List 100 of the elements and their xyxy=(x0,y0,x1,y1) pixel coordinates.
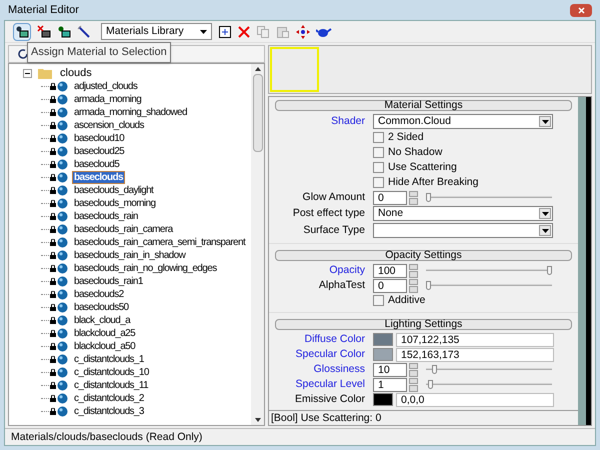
sphere-icon xyxy=(57,107,68,118)
spinner-arrows-icon[interactable] xyxy=(409,278,418,292)
pick-wand-icon[interactable] xyxy=(77,24,91,38)
slider-thumb[interactable] xyxy=(547,266,552,274)
teapot-icon[interactable] xyxy=(316,26,332,38)
scroll-down-icon[interactable] xyxy=(254,418,260,422)
tree-item[interactable]: blackcloud_a50 xyxy=(72,340,138,353)
dropdown-arrow-icon xyxy=(542,120,548,124)
tree-item[interactable]: baseclouds_rain_no_glowing_edges xyxy=(72,262,219,275)
sphere-icon xyxy=(57,406,68,417)
material-select-icon[interactable] xyxy=(57,24,71,38)
color-swatch[interactable] xyxy=(373,333,393,346)
color-value-field[interactable]: 152,163,173 xyxy=(396,348,554,362)
tree-item[interactable]: baseclouds_morning xyxy=(72,197,158,210)
lock-icon xyxy=(50,109,56,116)
dropdown[interactable] xyxy=(373,223,553,238)
tree-item[interactable]: ascension_clouds xyxy=(72,119,146,132)
section-header[interactable]: Material Settings xyxy=(275,100,572,111)
checkbox[interactable] xyxy=(373,177,384,188)
sphere-icon xyxy=(57,328,68,339)
spinner-arrows-icon[interactable] xyxy=(409,264,418,278)
color-value-field[interactable]: 107,122,135 xyxy=(396,332,554,346)
tree-item[interactable]: armada_morning_shadowed xyxy=(72,106,189,119)
dropdown[interactable]: Common.Cloud xyxy=(373,114,553,129)
tooltip: Assign Material to Selection xyxy=(27,42,171,62)
tree-item[interactable]: black_cloud_a xyxy=(72,314,132,327)
tree-item[interactable]: basecloud25 xyxy=(72,145,126,158)
tree-item[interactable]: baseclouds_daylight xyxy=(72,184,156,197)
lock-icon xyxy=(50,83,56,90)
tree-item[interactable]: armada_morning xyxy=(72,93,144,106)
checkbox-label: Use Scattering xyxy=(388,160,457,175)
number-field[interactable]: 1 xyxy=(373,378,407,392)
tree-item[interactable]: baseclouds xyxy=(72,171,126,184)
spinner-arrows-icon[interactable] xyxy=(409,190,418,204)
color-swatch[interactable] xyxy=(373,393,393,406)
tree-item[interactable]: c_distantclouds_11 xyxy=(72,379,150,392)
tree-item[interactable]: basecloud5 xyxy=(72,158,122,171)
slider-thumb[interactable] xyxy=(428,380,434,388)
color-swatch[interactable] xyxy=(373,348,393,361)
slider-thumb[interactable] xyxy=(426,192,431,202)
tree-item[interactable]: baseclouds_rain_in_shadow xyxy=(72,249,188,262)
tree-item[interactable]: c_distantclouds_3 xyxy=(72,405,146,418)
sphere-icon xyxy=(57,302,68,313)
tree-item[interactable]: c_distantclouds_1 xyxy=(72,353,146,366)
tree-item[interactable]: adjusted_clouds xyxy=(72,80,140,93)
tree-item[interactable]: baseclouds_rain xyxy=(72,210,140,223)
sphere-icon xyxy=(57,172,68,183)
tree-item[interactable]: baseclouds_rain1 xyxy=(72,275,145,288)
number-field[interactable]: 0 xyxy=(373,190,407,204)
minus-icon xyxy=(25,70,30,76)
scroll-thumb[interactable] xyxy=(252,74,262,152)
new-material-icon[interactable] xyxy=(218,24,232,38)
checkbox[interactable] xyxy=(373,162,384,173)
tree-item[interactable]: c_distantclouds_2 xyxy=(72,392,146,405)
number-field[interactable]: 0 xyxy=(373,278,407,292)
library-dropdown[interactable]: Materials Library xyxy=(101,23,212,40)
tree-item[interactable]: baseclouds_rain_camera xyxy=(72,223,175,236)
slider-thumb[interactable] xyxy=(432,364,438,374)
tree-folder-label[interactable]: clouds xyxy=(60,64,92,82)
scrollbar[interactable] xyxy=(578,97,586,425)
checkbox[interactable] xyxy=(373,295,384,306)
checkbox[interactable] xyxy=(373,147,384,158)
material-unassign-icon[interactable] xyxy=(37,24,51,38)
sphere-icon xyxy=(57,237,68,248)
color-value-field[interactable]: 0,0,0 xyxy=(396,392,554,406)
section-header[interactable]: Opacity Settings xyxy=(275,250,572,261)
scrollbar[interactable] xyxy=(251,64,264,425)
sphere-icon xyxy=(57,276,68,287)
move-arrows-icon[interactable] xyxy=(296,24,310,38)
checkbox[interactable] xyxy=(373,132,384,143)
delete-icon[interactable] xyxy=(238,26,250,38)
copy-icon[interactable] xyxy=(256,24,270,38)
tree-item[interactable]: baseclouds50 xyxy=(72,301,131,314)
spinner-arrows-icon[interactable] xyxy=(409,362,418,376)
scroll-up-icon[interactable] xyxy=(254,67,260,71)
lock-icon xyxy=(50,135,56,142)
sphere-icon xyxy=(57,263,68,274)
sphere-icon xyxy=(57,367,68,378)
number-field[interactable]: 10 xyxy=(373,362,407,376)
lock-icon xyxy=(50,330,56,337)
section-header[interactable]: Lighting Settings xyxy=(275,319,572,330)
lock-icon xyxy=(50,304,56,311)
dropdown[interactable]: None xyxy=(373,206,553,221)
tree-item[interactable]: c_distantclouds_10 xyxy=(72,366,151,379)
collapse-toggle[interactable] xyxy=(23,68,32,78)
tree-item[interactable]: baseclouds2 xyxy=(72,288,126,301)
tree-item[interactable]: baseclouds_rain_camera_semi_transparent xyxy=(72,236,248,249)
paste-icon[interactable] xyxy=(276,24,290,38)
refresh-icon[interactable] xyxy=(17,48,29,60)
lock-icon xyxy=(50,356,56,363)
close-button[interactable] xyxy=(570,4,592,16)
property-label: Shader xyxy=(330,114,366,129)
slider-thumb[interactable] xyxy=(426,280,431,290)
spinner-arrows-icon[interactable] xyxy=(409,378,418,392)
lock-icon xyxy=(50,96,56,103)
tree-item[interactable]: basecloud10 xyxy=(72,132,126,145)
number-field[interactable]: 100 xyxy=(373,264,407,278)
checkbox-label: No Shadow xyxy=(388,144,442,160)
tree-item[interactable]: blackcloud_a25 xyxy=(72,327,138,340)
assign-material-button[interactable] xyxy=(13,22,31,40)
